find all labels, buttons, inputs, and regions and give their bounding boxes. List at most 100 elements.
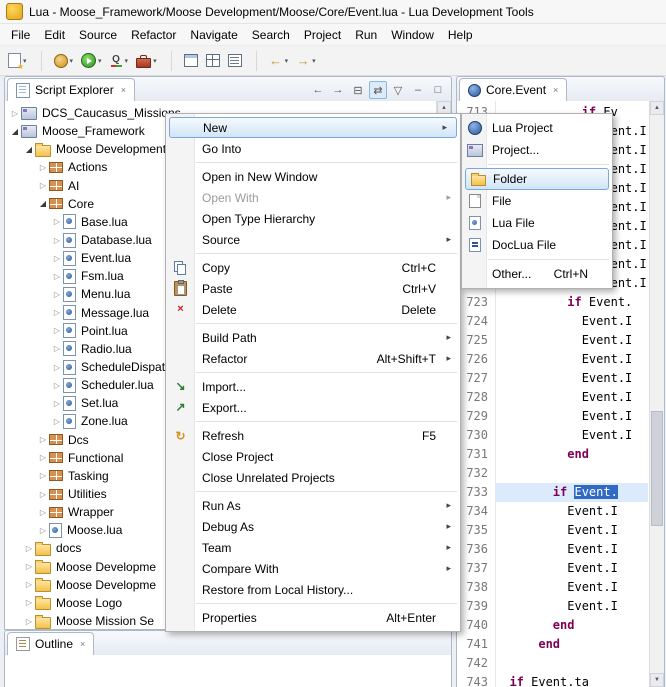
code-line[interactable]: 732 xyxy=(457,464,648,483)
scroll-thumb[interactable] xyxy=(651,411,663,526)
expand-arrow-icon[interactable]: ▷ xyxy=(37,471,49,480)
debug-button[interactable]: ▾ xyxy=(51,51,77,71)
lua-project-menu-item[interactable]: Lua Project xyxy=(462,117,612,139)
compare-with-menu-item[interactable]: Compare With▸ xyxy=(166,558,460,579)
code-line[interactable]: 736 Event.I xyxy=(457,540,648,559)
new-menu-item[interactable]: New▸ xyxy=(169,117,457,138)
open-in-new-window-menu-item[interactable]: Open in New Window xyxy=(166,166,460,187)
code-line[interactable]: 726 Event.I xyxy=(457,350,648,369)
tab-core-event[interactable]: Core.Event × xyxy=(459,78,567,101)
lua-file-menu-item[interactable]: Lua File xyxy=(462,212,612,234)
minimize-icon[interactable]: – xyxy=(409,81,427,99)
restore-from-local-history-menu-item[interactable]: Restore from Local History... xyxy=(166,579,460,600)
delete-menu-item[interactable]: DeleteDelete xyxy=(166,299,460,320)
expand-arrow-icon[interactable]: ▷ xyxy=(51,217,63,226)
expand-arrow-icon[interactable]: ▷ xyxy=(51,290,63,299)
close-icon[interactable]: × xyxy=(80,639,85,649)
expand-arrow-icon[interactable]: ▷ xyxy=(23,598,35,607)
external-tools-button[interactable]: ▾ xyxy=(133,51,160,71)
menu-window[interactable]: Window xyxy=(384,26,441,44)
menu-project[interactable]: Project xyxy=(297,26,348,44)
code-line[interactable]: 723 if Event. xyxy=(457,293,648,312)
close-unrelated-projects-menu-item[interactable]: Close Unrelated Projects xyxy=(166,467,460,488)
forward-button[interactable]: ▾ xyxy=(293,51,319,71)
build-path-menu-item[interactable]: Build Path▸ xyxy=(166,327,460,348)
format-button[interactable] xyxy=(225,51,245,70)
go-into-menu-item[interactable]: Go Into xyxy=(166,138,460,159)
project-menu-item[interactable]: Project... xyxy=(462,139,612,161)
export-menu-item[interactable]: Export... xyxy=(166,397,460,418)
menu-run[interactable]: Run xyxy=(348,26,384,44)
refactor-menu-item[interactable]: RefactorAlt+Shift+T▸ xyxy=(166,348,460,369)
new-table-button[interactable] xyxy=(181,51,201,70)
open-element-button[interactable] xyxy=(203,51,223,70)
expand-arrow-icon[interactable]: ▷ xyxy=(37,453,49,462)
collapse-arrow-icon[interactable]: ◢ xyxy=(23,145,35,154)
coverage-button[interactable]: ▾ xyxy=(107,51,132,70)
folder-menu-item[interactable]: Folder xyxy=(465,168,609,190)
expand-arrow-icon[interactable]: ▷ xyxy=(37,163,49,172)
expand-arrow-icon[interactable]: ▷ xyxy=(51,236,63,245)
expand-arrow-icon[interactable]: ▷ xyxy=(23,544,35,553)
collapse-arrow-icon[interactable]: ◢ xyxy=(9,127,21,136)
copy-menu-item[interactable]: CopyCtrl+C xyxy=(166,257,460,278)
expand-arrow-icon[interactable]: ▷ xyxy=(9,109,21,118)
code-line[interactable]: 725 Event.I xyxy=(457,331,648,350)
source-menu-item[interactable]: Source▸ xyxy=(166,229,460,250)
back-icon[interactable]: ← xyxy=(309,81,327,99)
editor-scrollbar[interactable]: ▲ ▼ xyxy=(649,101,664,687)
menu-search[interactable]: Search xyxy=(245,26,297,44)
code-line[interactable]: 741 end xyxy=(457,635,648,654)
code-line[interactable]: 742 xyxy=(457,654,648,673)
properties-menu-item[interactable]: PropertiesAlt+Enter xyxy=(166,607,460,628)
open-type-hierarchy-menu-item[interactable]: Open Type Hierarchy xyxy=(166,208,460,229)
view-menu-icon[interactable]: ▽ xyxy=(389,81,407,99)
expand-arrow-icon[interactable]: ▷ xyxy=(51,399,63,408)
expand-arrow-icon[interactable]: ▷ xyxy=(51,363,63,372)
open-with-menu-item[interactable]: Open With▸ xyxy=(166,187,460,208)
code-line[interactable]: 735 Event.I xyxy=(457,521,648,540)
run-button[interactable]: ▾ xyxy=(78,50,105,71)
link-with-editor-icon[interactable]: ⇄ xyxy=(369,81,387,99)
import-menu-item[interactable]: Import... xyxy=(166,376,460,397)
close-project-menu-item[interactable]: Close Project xyxy=(166,446,460,467)
expand-arrow-icon[interactable]: ▷ xyxy=(37,526,49,535)
code-line[interactable]: 729 Event.I xyxy=(457,407,648,426)
code-line[interactable]: 733 if Event. xyxy=(457,483,648,502)
collapse-all-icon[interactable]: ⊟ xyxy=(349,81,367,99)
tab-script-explorer[interactable]: Script Explorer × xyxy=(7,78,135,101)
expand-arrow-icon[interactable]: ▷ xyxy=(51,326,63,335)
code-line[interactable]: 727 Event.I xyxy=(457,369,648,388)
expand-arrow-icon[interactable]: ▷ xyxy=(51,417,63,426)
code-line[interactable]: 730 Event.I xyxy=(457,426,648,445)
close-icon[interactable]: × xyxy=(121,85,126,95)
code-line[interactable]: 738 Event.I xyxy=(457,578,648,597)
code-line[interactable]: 731 end xyxy=(457,445,648,464)
close-icon[interactable]: × xyxy=(553,85,558,95)
collapse-arrow-icon[interactable]: ◢ xyxy=(37,199,49,208)
paste-menu-item[interactable]: PasteCtrl+V xyxy=(166,278,460,299)
expand-arrow-icon[interactable]: ▷ xyxy=(51,381,63,390)
menu-edit[interactable]: Edit xyxy=(37,26,72,44)
menu-file[interactable]: File xyxy=(4,26,37,44)
expand-arrow-icon[interactable]: ▷ xyxy=(37,508,49,517)
new-wizard-button[interactable]: ▾ xyxy=(5,50,30,71)
expand-arrow-icon[interactable]: ▷ xyxy=(23,617,35,626)
back-button[interactable]: ▾ xyxy=(266,51,292,71)
file-menu-item[interactable]: File xyxy=(462,190,612,212)
expand-arrow-icon[interactable]: ▷ xyxy=(51,272,63,281)
menu-source[interactable]: Source xyxy=(72,26,124,44)
expand-arrow-icon[interactable]: ▷ xyxy=(23,580,35,589)
expand-arrow-icon[interactable]: ▷ xyxy=(23,562,35,571)
code-line[interactable]: 737 Event.I xyxy=(457,559,648,578)
team-menu-item[interactable]: Team▸ xyxy=(166,537,460,558)
code-line[interactable]: 724 Event.I xyxy=(457,312,648,331)
menu-help[interactable]: Help xyxy=(441,26,480,44)
code-line[interactable]: 728 Event.I xyxy=(457,388,648,407)
code-line[interactable]: 734 Event.I xyxy=(457,502,648,521)
doclua-file-menu-item[interactable]: DocLua File xyxy=(462,234,612,256)
expand-arrow-icon[interactable]: ▷ xyxy=(37,490,49,499)
run-as-menu-item[interactable]: Run As▸ xyxy=(166,495,460,516)
scroll-down-icon[interactable]: ▼ xyxy=(650,673,664,687)
expand-arrow-icon[interactable]: ▷ xyxy=(37,435,49,444)
